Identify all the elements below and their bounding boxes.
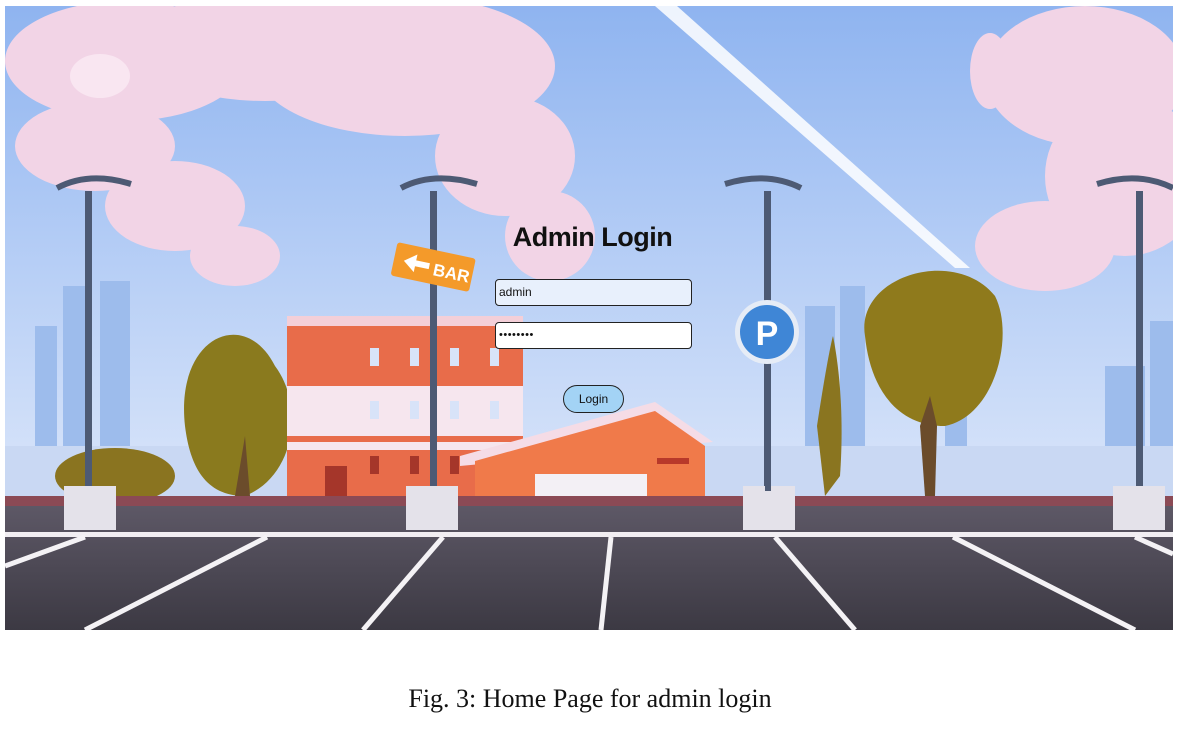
figure-caption: Fig. 3: Home Page for admin login	[408, 684, 772, 713]
parking-lot-illustration: BAR P	[5, 6, 1173, 630]
login-button[interactable]: Login	[563, 385, 624, 413]
login-title: Admin Login	[512, 222, 673, 252]
parking-lot	[5, 506, 1173, 630]
background-scene: BAR P	[5, 6, 1173, 630]
password-input[interactable]: ••••••••	[495, 322, 692, 349]
username-input[interactable]: admin	[495, 279, 692, 306]
parking-sign-text: P	[756, 315, 779, 353]
